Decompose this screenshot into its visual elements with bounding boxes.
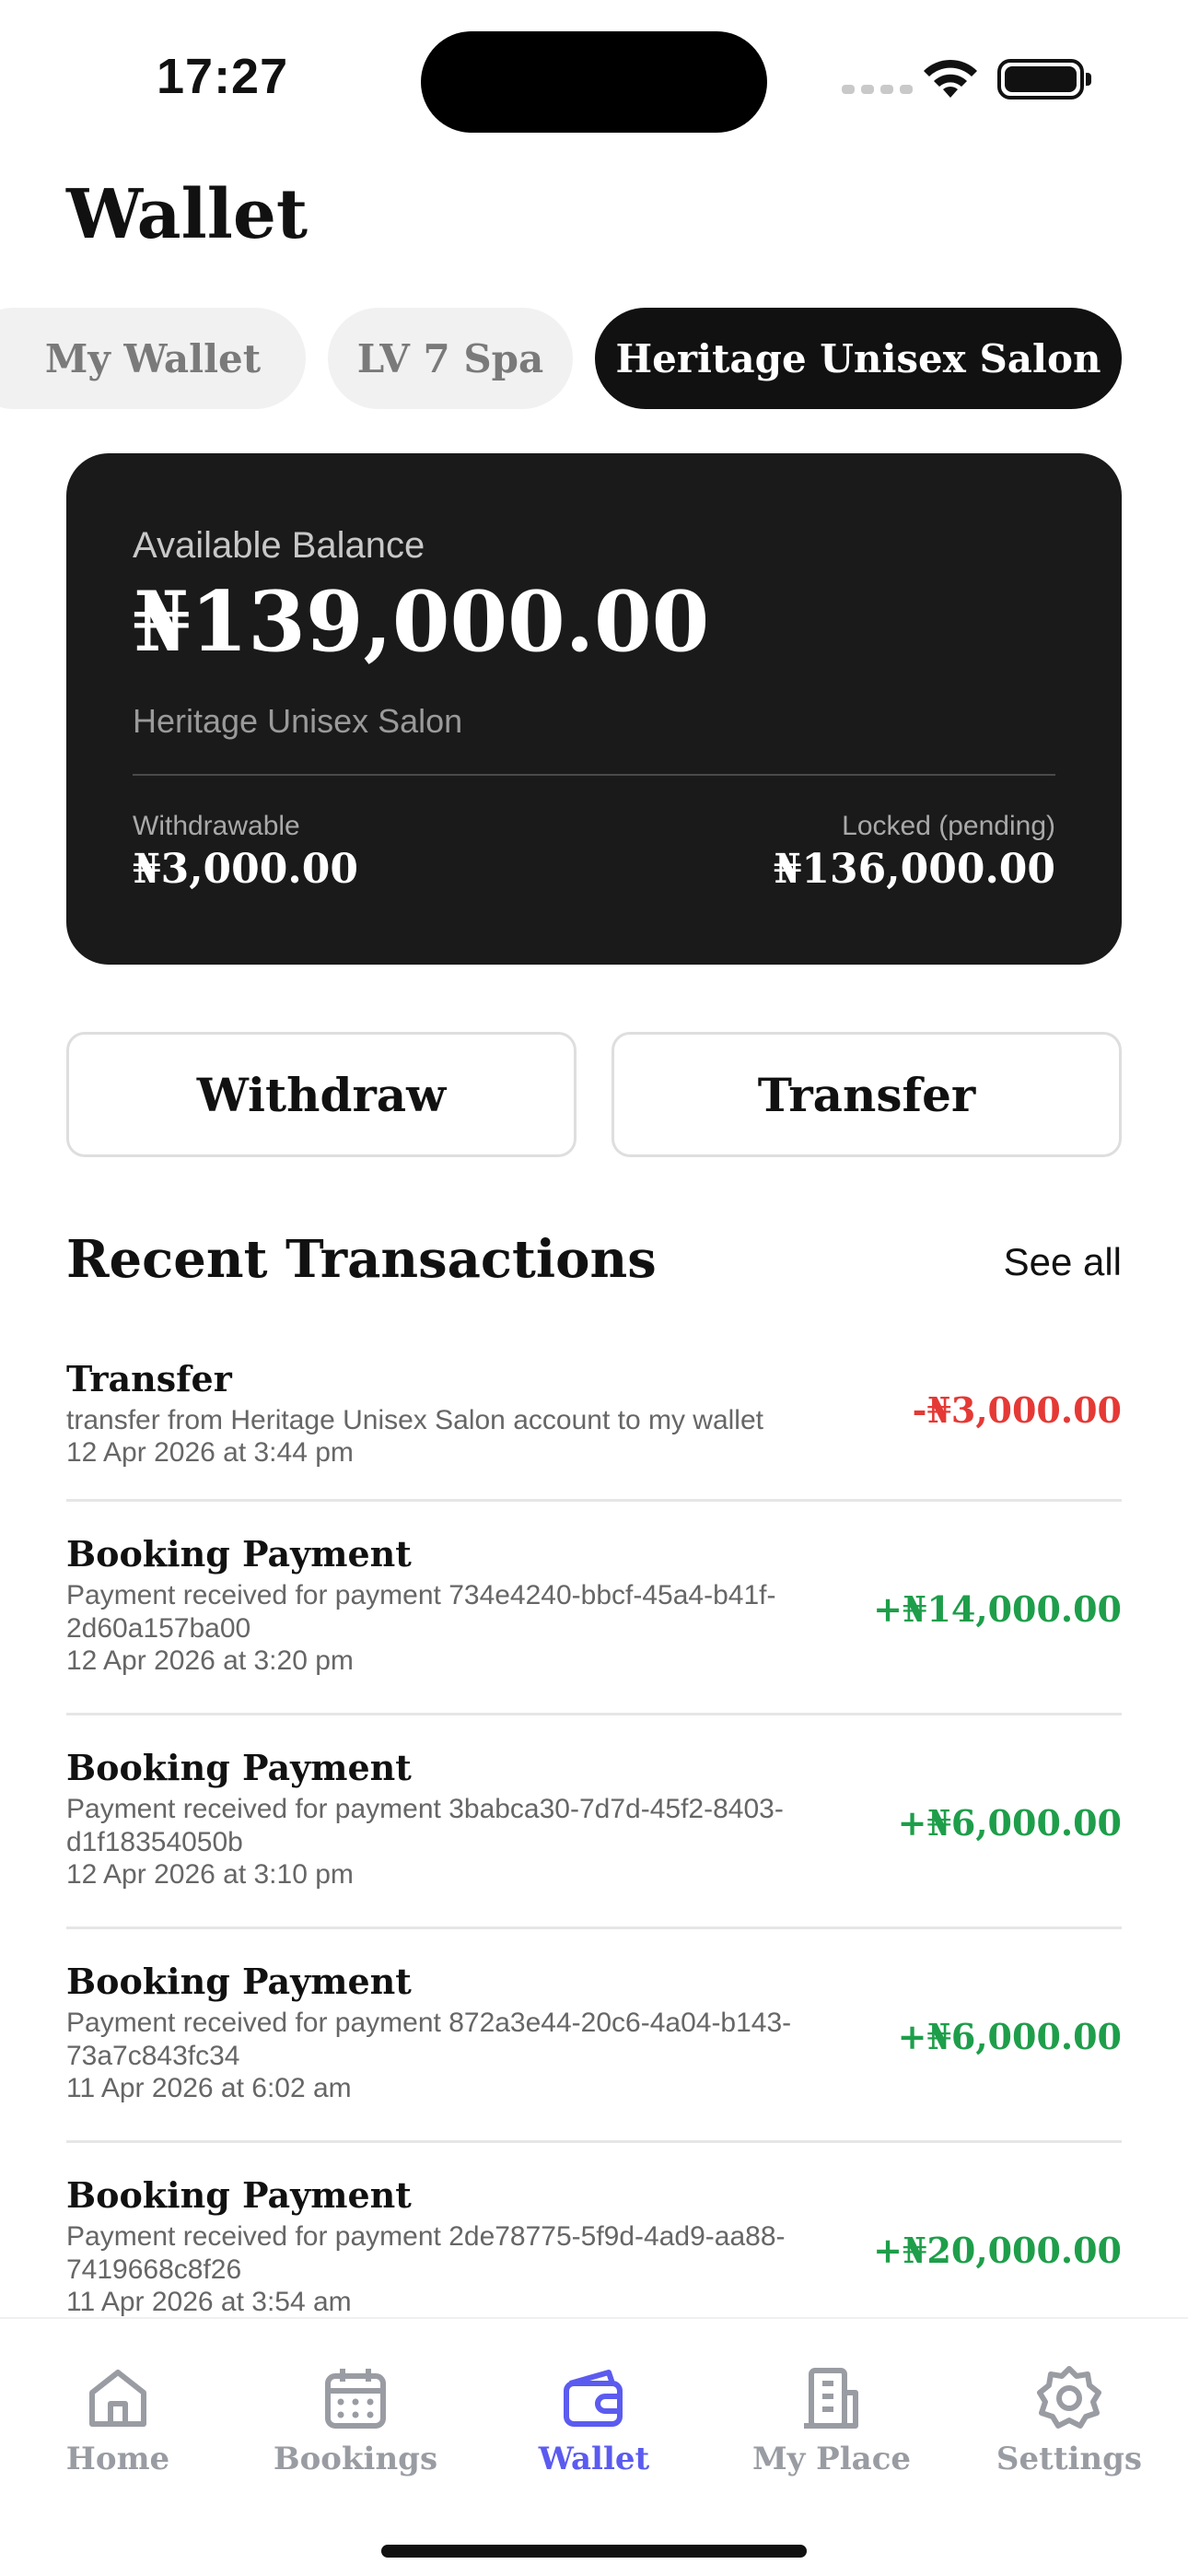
- transaction-description: Payment received for payment 3babca30-7d…: [66, 1794, 784, 1857]
- nav-bookings[interactable]: Bookings: [250, 2319, 461, 2494]
- transaction-description: transfer from Heritage Unisex Salon acco…: [66, 1405, 763, 1435]
- nav-settings[interactable]: Settings: [963, 2319, 1175, 2494]
- recent-transactions-title: Recent Transactions: [66, 1229, 657, 1290]
- transaction-title: Transfer: [66, 1358, 232, 1399]
- transaction-amount: +₦20,000.00: [873, 2230, 1122, 2271]
- available-balance-amount: ₦139,000.00: [133, 573, 710, 671]
- tab-lv-7-spa[interactable]: LV 7 Spa: [328, 308, 573, 409]
- nav-my-place-label: My Place: [751, 2441, 912, 2477]
- nav-my-place[interactable]: My Place: [726, 2319, 938, 2494]
- calendar-icon: [325, 2369, 386, 2429]
- transaction-date: 11 Apr 2026 at 6:02 am: [66, 2073, 352, 2103]
- status-time: 17:27: [157, 49, 289, 104]
- transfer-button[interactable]: Transfer: [611, 1032, 1122, 1157]
- page-title: Wallet: [66, 175, 309, 254]
- transaction-description: Payment received for payment 872a3e44-20…: [66, 2008, 792, 2071]
- transaction-amount: +₦14,000.00: [873, 1588, 1122, 1630]
- transaction-title: Booking Payment: [66, 2174, 412, 2216]
- transaction-row[interactable]: Booking Payment Payment received for pay…: [66, 1502, 1122, 1715]
- transaction-row[interactable]: Booking Payment Payment received for pay…: [66, 1929, 1122, 2143]
- withdrawable-label: Withdrawable: [133, 811, 300, 841]
- nav-home[interactable]: Home: [12, 2319, 224, 2494]
- transactions-list: Transfer transfer from Heritage Unisex S…: [66, 1327, 1122, 2317]
- tab-my-wallet[interactable]: My Wallet: [0, 308, 306, 409]
- see-all-link[interactable]: See all: [1004, 1240, 1122, 1284]
- building-icon: [804, 2368, 858, 2429]
- available-balance-label: Available Balance: [133, 525, 425, 566]
- tab-heritage-unisex-salon[interactable]: Heritage Unisex Salon: [595, 308, 1122, 409]
- transaction-date: 11 Apr 2026 at 3:54 am: [66, 2287, 352, 2317]
- transaction-row[interactable]: Booking Payment Payment received for pay…: [66, 2143, 1122, 2317]
- withdrawable-value: ₦3,000.00: [133, 846, 358, 893]
- transaction-title: Booking Payment: [66, 1747, 412, 1788]
- transaction-description: Payment received for payment 734e4240-bb…: [66, 1580, 776, 1644]
- wifi-icon: [924, 59, 977, 98]
- cellular-signal-icon: [842, 85, 913, 94]
- transaction-date: 12 Apr 2026 at 3:10 pm: [66, 1859, 354, 1890]
- balance-card: Available Balance ₦139,000.00 Heritage U…: [66, 453, 1122, 965]
- home-indicator: [381, 2545, 807, 2558]
- dynamic-island: [421, 31, 767, 133]
- transaction-date: 12 Apr 2026 at 3:44 pm: [66, 1437, 354, 1468]
- nav-home-label: Home: [65, 2441, 170, 2477]
- wallet-owner-name: Heritage Unisex Salon: [133, 702, 463, 740]
- gear-icon: [1037, 2366, 1101, 2429]
- nav-wallet-label: Wallet: [538, 2441, 650, 2477]
- home-icon: [89, 2370, 146, 2427]
- nav-bookings-label: Bookings: [273, 2441, 438, 2477]
- battery-icon: [997, 59, 1091, 100]
- transaction-row[interactable]: Booking Payment Payment received for pay…: [66, 1715, 1122, 1929]
- transaction-title: Booking Payment: [66, 1533, 412, 1575]
- nav-settings-label: Settings: [996, 2441, 1143, 2477]
- transaction-description: Payment received for payment 2de78775-5f…: [66, 2221, 786, 2285]
- status-bar: 17:27: [0, 0, 1188, 138]
- nav-wallet[interactable]: Wallet: [488, 2319, 700, 2494]
- transaction-amount: +₦6,000.00: [897, 2016, 1122, 2057]
- bottom-nav: Home Bookings Wallet My Place Settings: [0, 2317, 1188, 2576]
- transaction-amount: -₦3,000.00: [912, 1389, 1122, 1431]
- transaction-row[interactable]: Transfer transfer from Heritage Unisex S…: [66, 1327, 1122, 1502]
- wallet-tabs: My Wallet LV 7 Spa Heritage Unisex Salon: [0, 308, 1188, 411]
- transaction-date: 12 Apr 2026 at 3:20 pm: [66, 1645, 354, 1676]
- transaction-title: Booking Payment: [66, 1961, 412, 2002]
- card-divider: [133, 774, 1055, 776]
- transaction-amount: +₦6,000.00: [897, 1802, 1122, 1844]
- locked-label: Locked (pending): [842, 811, 1055, 841]
- withdraw-button[interactable]: Withdraw: [66, 1032, 577, 1157]
- wallet-icon: [564, 2370, 623, 2427]
- locked-value: ₦136,000.00: [773, 846, 1055, 893]
